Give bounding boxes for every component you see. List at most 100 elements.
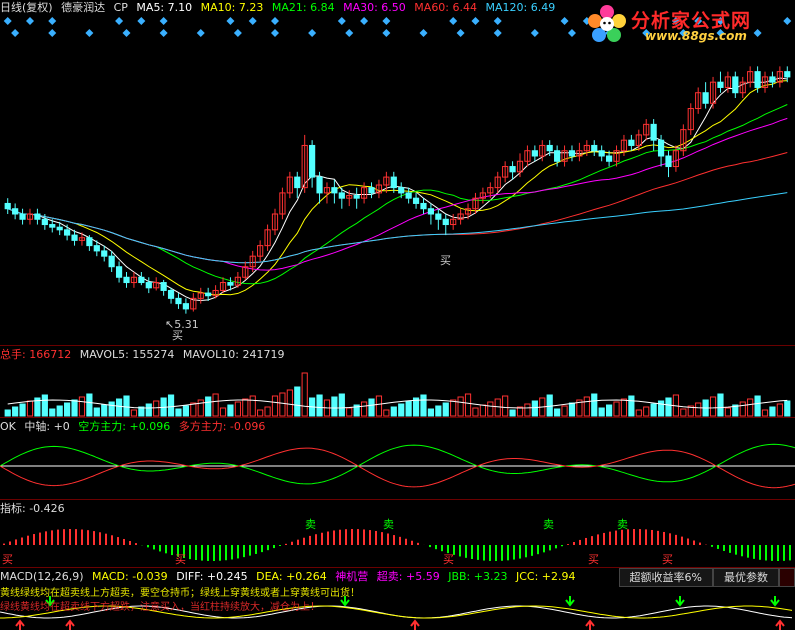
flower-icon (588, 5, 626, 42)
down-arrow-icon (675, 596, 685, 607)
candle-body (427, 208, 435, 215)
volume-bar (568, 402, 576, 417)
volume-bar (264, 406, 271, 417)
signal-diamond (122, 29, 131, 37)
sell-mark: 卖 (617, 518, 628, 531)
candle-body (227, 282, 234, 286)
up-arrow-icon (775, 619, 785, 630)
ma120-value: MA120: 6.49 (485, 1, 556, 14)
ma60-value: MA60: 6.44 (414, 1, 478, 14)
candle-body (405, 192, 412, 199)
candle-body (101, 250, 108, 257)
volume-bar (64, 402, 71, 417)
ma21-value: MA21: 6.84 (271, 1, 335, 14)
period-label[interactable]: 日线(复权) (0, 1, 53, 14)
candle-body (182, 303, 189, 310)
stock-name[interactable]: 德豪润达 (61, 1, 105, 14)
signal-diamond (308, 29, 317, 37)
volume-bar (613, 401, 620, 417)
volume-bar (360, 401, 368, 417)
chaomai-value: 超卖: +5.59 (376, 570, 440, 583)
signal-diamond (382, 17, 391, 25)
volume-bar (26, 400, 34, 417)
signal-diamond (270, 29, 279, 37)
candle-body (145, 282, 152, 289)
volume-bar (398, 403, 405, 417)
signal-diamond (196, 29, 205, 37)
volume-bar (620, 398, 628, 417)
volume-bar (205, 396, 212, 417)
candle-body (294, 176, 301, 189)
candle-body (702, 92, 709, 104)
tab-excess-return[interactable]: 超额收益率6% (618, 568, 713, 587)
signal-diamond (226, 17, 235, 25)
signal-diamond (115, 17, 124, 25)
buy-mark: 买 (443, 553, 454, 566)
down-arrow-icon (770, 596, 780, 607)
candle-body (331, 187, 338, 194)
volume-bar (130, 409, 138, 417)
signal-diamond (159, 17, 168, 25)
volume-bar (331, 396, 338, 417)
volume-bar (145, 403, 152, 417)
volume-bar (115, 398, 123, 417)
candle-body (591, 144, 598, 152)
mavol5-value: MAVOL5: 155274 (79, 348, 175, 361)
volume-bar (123, 395, 130, 417)
bottom-tabs: 超额收益率6% 最优参数 (618, 568, 795, 587)
candle-body (160, 282, 167, 291)
volume-bar (219, 407, 227, 417)
ok-title: OK (0, 420, 16, 433)
signal-diamond (85, 29, 94, 37)
candle-body (34, 213, 41, 220)
sell-mark: 卖 (383, 518, 394, 531)
candle-body (316, 176, 323, 194)
volume-bar (190, 402, 197, 417)
volume-bar (182, 405, 189, 417)
candle-body (754, 71, 761, 88)
signal-diamond (419, 29, 428, 37)
volume-bar (479, 404, 486, 417)
volume-bar (249, 395, 256, 417)
volume-bar (502, 395, 509, 417)
candle-body (568, 150, 576, 157)
volume-bar (338, 393, 345, 417)
volume-bar (242, 398, 249, 417)
volume-bar (427, 408, 435, 417)
candle-body (420, 202, 427, 210)
candle-body (554, 150, 561, 162)
volume-bar (754, 395, 761, 417)
volume-bar (561, 405, 568, 417)
up-arrow-icon (65, 619, 75, 630)
volume-bar (509, 409, 516, 417)
volume-bar (93, 407, 100, 417)
candle-body (175, 297, 182, 305)
separator (0, 499, 795, 500)
volume-bar (524, 403, 531, 417)
volume-bar (86, 393, 93, 417)
signal-diamond (159, 29, 168, 37)
tab-best-params[interactable]: 最优参数 (713, 568, 779, 587)
candle-body (115, 266, 123, 278)
volume-bar (643, 406, 650, 417)
volume-bar (531, 400, 538, 417)
volume-bar (776, 403, 783, 417)
signal-diamond (137, 17, 146, 25)
signal-diamond (48, 29, 57, 37)
long-main-value: 多方主力: -0.096 (178, 420, 266, 433)
volume-bar (49, 408, 56, 417)
volume-bar (583, 396, 590, 417)
down-arrow-icon (565, 596, 575, 607)
signal-diamond (382, 29, 391, 37)
site-logo[interactable]: 分析家公式网 www.88gs.com (587, 4, 787, 48)
volume-bar (212, 393, 219, 417)
volume-bar (724, 407, 731, 417)
shenji-label: 神机营 (335, 570, 369, 583)
diff-value: DIFF: +0.245 (176, 570, 248, 583)
price-panel (3, 17, 792, 314)
volume-bar (769, 406, 776, 417)
volume-bar (368, 398, 375, 417)
ma30-line (7, 117, 788, 271)
volume-bar (450, 399, 457, 417)
tab-extra[interactable] (779, 568, 795, 587)
